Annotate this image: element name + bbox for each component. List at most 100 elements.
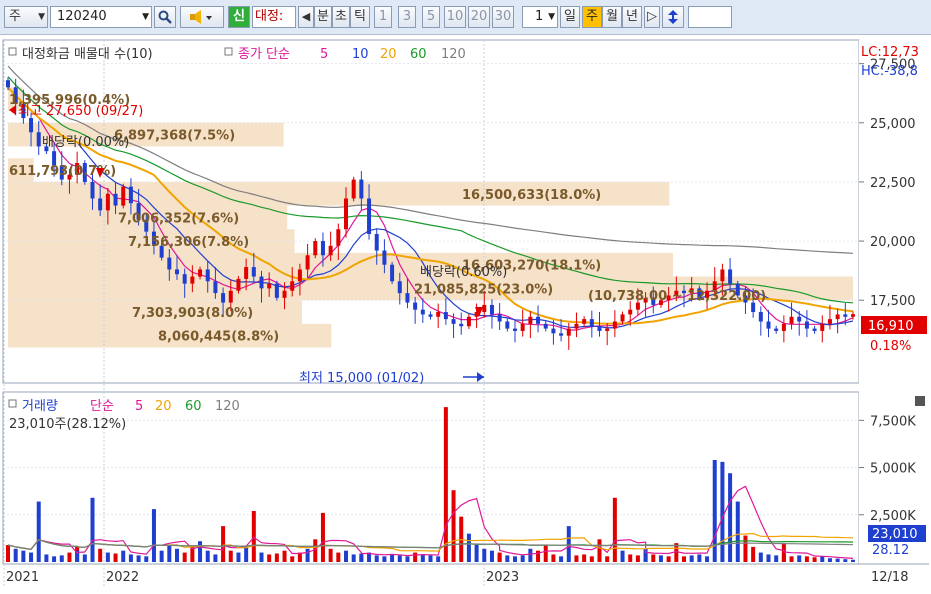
candle-body [36,132,41,147]
volume-bar [159,550,164,562]
volume-tick-label: 5,000K [870,462,916,477]
volume-bar [835,558,840,562]
candle-body [620,314,625,322]
volume-bar [420,554,425,562]
candle-body [574,323,579,329]
volume-bar [397,555,402,562]
dividend-label-2: 배당락(0.60%) [420,265,507,280]
volume-bar [697,554,702,562]
candle-body [628,309,633,315]
period-minute-button[interactable]: 분 [314,6,332,28]
candle-body [320,241,325,256]
dividend-label-1: 배당락(0.00%) [42,135,129,150]
cycle-year-button[interactable]: 년 [622,6,642,28]
volume-bar [351,554,356,562]
market-select[interactable]: 주 ▼ [4,6,48,28]
candle-body [827,319,832,324]
next-button[interactable]: ▷ [644,6,660,28]
vol-ma-label: 단순 [90,399,114,414]
candle-body [236,278,241,291]
candle-body [513,328,517,331]
volume-bar [182,552,187,562]
volume-bar [528,548,533,562]
volume-bar [735,501,740,562]
volume-profile-label: 8,060,445(8.8%) [158,330,279,345]
volume-bar [244,546,249,562]
candle-body [328,245,333,256]
market-select-label: 주 [9,9,21,24]
x-axis-label: 2021 [6,570,39,585]
volume-bar [436,556,441,562]
candle-body [198,269,203,277]
volume-bar [21,550,26,562]
volume-bar [612,497,617,562]
interval-1-button[interactable]: 1 [374,6,392,28]
interval-10-button[interactable]: 10 [444,6,466,28]
search-button[interactable] [154,6,176,28]
candle-body [359,179,364,199]
ma120-legend: 120 [441,47,466,62]
volume-bar [90,497,95,562]
candle-body [274,283,279,298]
prev-button[interactable]: ◀ [298,6,314,28]
extra-input[interactable] [688,6,732,28]
cycle-week-button[interactable]: 주 [582,6,602,28]
interval-30-button[interactable]: 30 [492,6,514,28]
interval-5-button[interactable]: 5 [422,6,440,28]
panel-close-icon[interactable] [915,396,925,406]
candle-body [566,328,571,336]
volume-bar [843,559,848,562]
interval-input[interactable]: 1 ▼ [522,6,558,28]
current-volume-value: 23,010 [872,527,918,542]
candle-body [820,323,825,331]
hc-label: HC:-38,8 [861,64,918,79]
ma60-legend: 60 [410,47,427,62]
cycle-month-button[interactable]: 월 [602,6,622,28]
range-label: (10,738.00 ~ 12,322.00) [588,289,766,304]
volume-bar [682,556,686,562]
volume-bar [113,553,118,562]
volume-bar [290,556,295,562]
candle-body [728,269,733,284]
volume-bar [474,545,479,562]
search-icon [158,10,172,24]
candle-body [451,319,456,324]
candle-body [605,328,610,331]
volume-bar [720,461,725,562]
candle-body [182,274,187,284]
price-tick-label: 17,500 [870,294,916,309]
volume-bar [213,554,218,562]
volume-bar [728,473,733,562]
price-tick-label: 25,000 [870,117,916,132]
volume-bar [236,552,241,562]
candle-body [466,316,471,327]
candle-body [489,304,494,315]
candle-body [789,316,794,324]
volume-bar [198,541,203,562]
stock-chart[interactable]: 1,395,996(0.4%)6,897,368(7.5%)611,793(0.… [0,36,931,590]
candle-body [251,267,256,277]
volume-bar [98,548,103,562]
volume-bar [774,555,779,562]
candle-body [582,319,587,324]
stock-code-input[interactable]: 120240 ▼ [50,6,152,28]
volume-bar [543,545,548,562]
volume-bar [274,553,279,562]
interval-3-button[interactable]: 3 [398,6,416,28]
candle-body [113,193,118,206]
volume-bar [605,556,610,562]
x-axis-labels: 2021 2022 2023 [6,570,519,585]
period-second-button[interactable]: 초 [332,6,350,28]
volume-bar [451,490,456,562]
sound-button[interactable] [180,6,224,28]
volume-bar [820,556,825,562]
candle-body [98,198,103,211]
cycle-day-button[interactable]: 일 [560,6,580,28]
volume-bar [751,546,756,562]
scroll-updown-button[interactable] [662,6,684,28]
volume-bar [651,554,656,562]
period-tick-button[interactable]: 틱 [350,6,370,28]
volume-bar [582,554,587,562]
lc-label: LC:12,73 [861,45,919,60]
interval-20-button[interactable]: 20 [468,6,490,28]
